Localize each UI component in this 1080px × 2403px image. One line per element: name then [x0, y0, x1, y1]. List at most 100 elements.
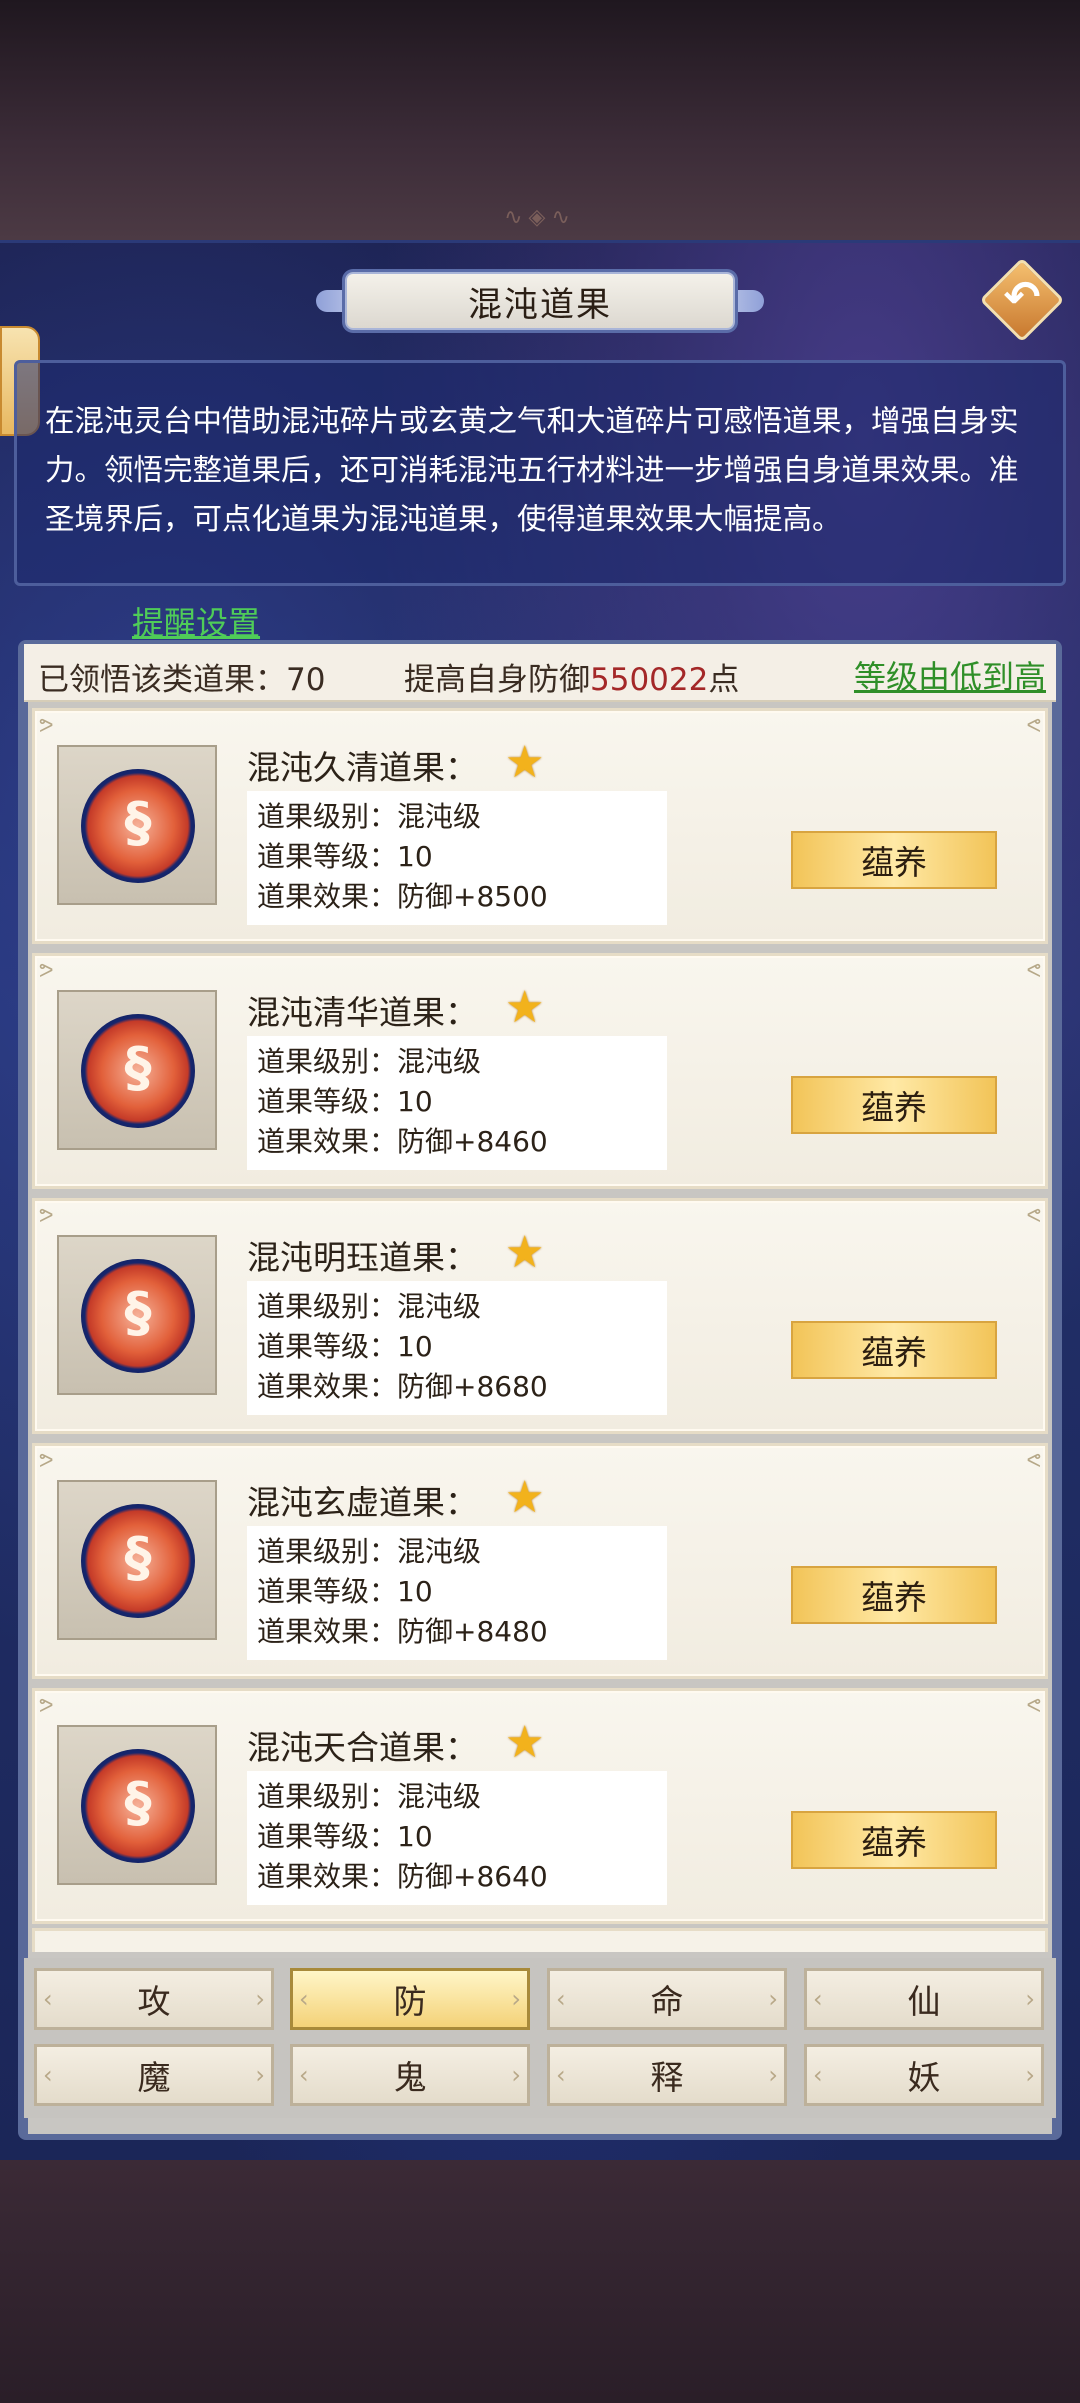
- chaos-orb-icon: §: [81, 1014, 195, 1128]
- nurture-button[interactable]: 蕴养: [791, 1076, 997, 1134]
- description-text: 在混沌灵台中借助混沌碎片或玄黄之气和大道碎片可感悟道果，增强自身实力。领悟完整道…: [45, 404, 1019, 536]
- fruit-name: 混沌天合道果：: [247, 1728, 478, 1767]
- fruit-icon-frame[interactable]: §: [57, 745, 217, 905]
- tab-ornament: ›: [768, 1985, 778, 2013]
- page-title: 混沌道果: [468, 284, 612, 325]
- star-icon: ★: [505, 737, 545, 788]
- corner-ornament: ᕗ: [39, 713, 54, 737]
- tab-ornament: ‹: [43, 1985, 53, 2013]
- fruit-effect: 道果效果：防御+8460: [257, 1125, 548, 1158]
- tab-defense[interactable]: ‹ 防 ›: [290, 1968, 530, 2030]
- fruit-effect: 道果效果：防御+8680: [257, 1370, 548, 1403]
- fruit-icon-frame[interactable]: §: [57, 1725, 217, 1885]
- learned-value: 70: [286, 662, 326, 698]
- tab-ornament: ‹: [43, 2061, 53, 2089]
- back-button[interactable]: ↶: [979, 257, 1065, 343]
- fruit-info: 道果级别：混沌级 道果等级：10 道果效果：防御+8680: [247, 1281, 667, 1415]
- tab-life[interactable]: ‹ 命 ›: [547, 1968, 787, 2030]
- nurture-button[interactable]: 蕴养: [791, 1321, 997, 1379]
- description-box: 在混沌灵台中借助混沌碎片或玄黄之气和大道碎片可感悟道果，增强自身实力。领悟完整道…: [14, 360, 1066, 586]
- chaos-orb-icon: §: [81, 1749, 195, 1863]
- fruit-card: ᕗ ᕙ § 混沌久清道果： ★ 道果级别：混沌级 道果等级：10 道果效果：防御…: [32, 708, 1048, 944]
- fruit-rank: 道果级别：混沌级: [257, 1780, 482, 1813]
- fruit-name: 混沌玄虚道果：: [247, 1483, 478, 1522]
- defense-boost: 提高自身防御550022点: [404, 654, 739, 699]
- fruit-rank: 道果级别：混沌级: [257, 1535, 482, 1568]
- nurture-button[interactable]: 蕴养: [791, 831, 997, 889]
- sort-order-link[interactable]: 等级由低到高: [854, 652, 1046, 698]
- tab-immortal[interactable]: ‹ 仙 ›: [804, 1968, 1044, 2030]
- chaos-orb-icon: §: [81, 1504, 195, 1618]
- corner-ornament: ᕙ: [1026, 1203, 1041, 1227]
- fruit-rank: 道果级别：混沌级: [257, 1045, 482, 1078]
- next-card-peek: [32, 1928, 1048, 1952]
- corner-ornament: ᕗ: [39, 958, 54, 982]
- fruit-level: 道果等级：10: [257, 840, 433, 873]
- fruit-icon-frame[interactable]: §: [57, 1235, 217, 1395]
- corner-ornament: ᕗ: [39, 1448, 54, 1472]
- boost-value: 550022: [590, 662, 709, 698]
- fruit-rank: 道果级别：混沌级: [257, 800, 482, 833]
- tab-label: 攻: [137, 1982, 171, 2021]
- nurture-button[interactable]: 蕴养: [791, 1566, 997, 1624]
- tab-label: 防: [393, 1982, 427, 2021]
- tab-ornament: ›: [255, 1985, 265, 2013]
- corner-ornament: ᕙ: [1026, 1448, 1041, 1472]
- tab-ornament: ›: [1025, 2061, 1035, 2089]
- fruit-level: 道果等级：10: [257, 1575, 433, 1608]
- corner-ornament: ᕗ: [39, 1203, 54, 1227]
- fruit-effect: 道果效果：防御+8480: [257, 1615, 548, 1648]
- fruit-icon-frame[interactable]: §: [57, 1480, 217, 1640]
- tab-ornament: ›: [255, 2061, 265, 2089]
- learned-label: 已领悟该类道果：: [38, 662, 286, 698]
- tab-buddha[interactable]: ‹ 释 ›: [547, 2044, 787, 2106]
- tab-demon[interactable]: ‹ 魔 ›: [34, 2044, 274, 2106]
- tab-ornament: ›: [511, 1985, 521, 2013]
- tab-ornament: ‹: [556, 1985, 566, 2013]
- tab-ornament: ›: [511, 2061, 521, 2089]
- top-ornament: ∿◈∿: [504, 205, 576, 230]
- fruit-name: 混沌清华道果：: [247, 993, 478, 1032]
- fruit-info: 道果级别：混沌级 道果等级：10 道果效果：防御+8640: [247, 1771, 667, 1905]
- boost-suffix: 点: [708, 662, 740, 698]
- chaos-orb-icon: §: [81, 1259, 195, 1373]
- tab-ornament: ›: [768, 2061, 778, 2089]
- fruit-effect: 道果效果：防御+8640: [257, 1860, 548, 1893]
- fruit-level: 道果等级：10: [257, 1330, 433, 1363]
- reminder-settings-link[interactable]: 提醒设置: [132, 598, 260, 644]
- back-arrow-icon: ↶: [1003, 272, 1041, 323]
- tab-ornament: ‹: [299, 2061, 309, 2089]
- tab-ornament: ›: [1025, 1985, 1035, 2013]
- bottom-letterbox: [0, 2160, 1080, 2403]
- fruit-card: ᕗ ᕙ § 混沌明珏道果： ★ 道果级别：混沌级 道果等级：10 道果效果：防御…: [32, 1198, 1048, 1434]
- tab-ghost[interactable]: ‹ 鬼 ›: [290, 2044, 530, 2106]
- tab-ornament: ‹: [813, 1985, 823, 2013]
- fruit-info: 道果级别：混沌级 道果等级：10 道果效果：防御+8500: [247, 791, 667, 925]
- chaos-orb-icon: §: [81, 769, 195, 883]
- fruit-name: 混沌明珏道果：: [247, 1238, 478, 1277]
- tab-label: 释: [650, 2058, 684, 2097]
- tab-label: 仙: [907, 1982, 941, 2021]
- fruit-card: ᕗ ᕙ § 混沌清华道果： ★ 道果级别：混沌级 道果等级：10 道果效果：防御…: [32, 953, 1048, 1189]
- fruit-card: ᕗ ᕙ § 混沌玄虚道果： ★ 道果级别：混沌级 道果等级：10 道果效果：防御…: [32, 1443, 1048, 1679]
- fruit-info: 道果级别：混沌级 道果等级：10 道果效果：防御+8480: [247, 1526, 667, 1660]
- learned-count: 已领悟该类道果：70: [38, 654, 325, 699]
- fruit-info: 道果级别：混沌级 道果等级：10 道果效果：防御+8460: [247, 1036, 667, 1170]
- tab-yao[interactable]: ‹ 妖 ›: [804, 2044, 1044, 2106]
- tab-label: 妖: [907, 2058, 941, 2097]
- fruit-card: ᕗ ᕙ § 混沌天合道果： ★ 道果级别：混沌级 道果等级：10 道果效果：防御…: [32, 1688, 1048, 1924]
- title-bar: 混沌道果: [345, 272, 735, 330]
- star-icon: ★: [505, 982, 545, 1033]
- tab-ornament: ‹: [556, 2061, 566, 2089]
- fruit-level: 道果等级：10: [257, 1820, 433, 1853]
- nurture-button[interactable]: 蕴养: [791, 1811, 997, 1869]
- fruit-level: 道果等级：10: [257, 1085, 433, 1118]
- corner-ornament: ᕙ: [1026, 1693, 1041, 1717]
- tab-label: 命: [650, 1982, 684, 2021]
- star-icon: ★: [505, 1717, 545, 1768]
- fruit-icon-frame[interactable]: §: [57, 990, 217, 1150]
- star-icon: ★: [505, 1472, 545, 1523]
- tab-attack[interactable]: ‹ 攻 ›: [34, 1968, 274, 2030]
- corner-ornament: ᕗ: [39, 1693, 54, 1717]
- stats-bar: 已领悟该类道果：70 提高自身防御550022点 等级由低到高: [24, 644, 1056, 702]
